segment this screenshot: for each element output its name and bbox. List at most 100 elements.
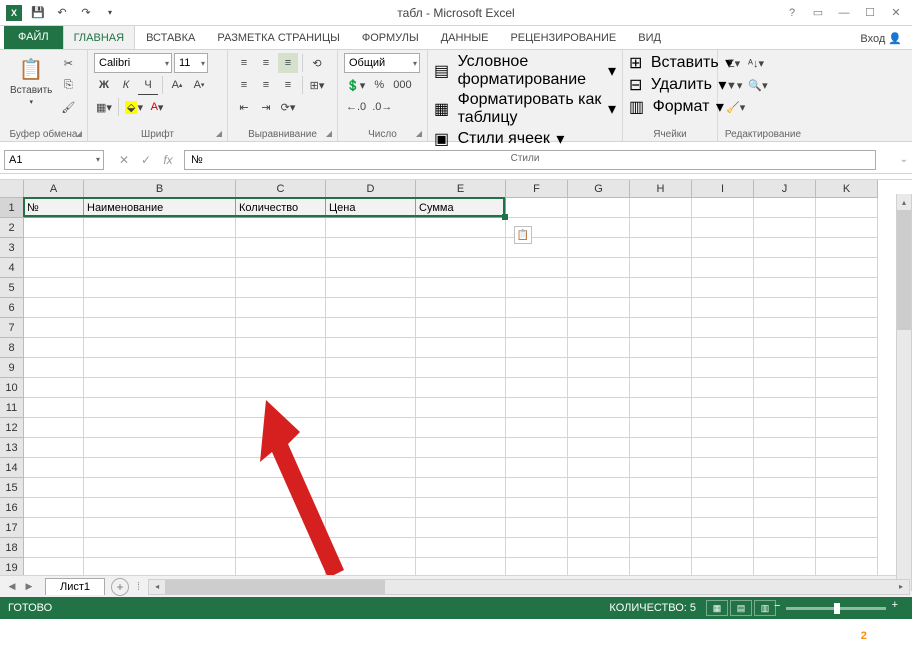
- zoom-thumb[interactable]: [834, 603, 840, 614]
- cell[interactable]: [754, 458, 816, 478]
- cell[interactable]: [236, 378, 326, 398]
- row-header[interactable]: 5: [0, 278, 24, 298]
- increase-indent-button[interactable]: ⇥: [256, 97, 276, 117]
- cell[interactable]: [326, 458, 416, 478]
- cell[interactable]: [416, 398, 506, 418]
- cell[interactable]: [568, 338, 630, 358]
- paste-options-icon[interactable]: 📋: [514, 226, 532, 244]
- cell[interactable]: [236, 218, 326, 238]
- cell[interactable]: [630, 238, 692, 258]
- cell[interactable]: [416, 378, 506, 398]
- cell[interactable]: [568, 198, 630, 218]
- cell[interactable]: [84, 398, 236, 418]
- cell[interactable]: [816, 498, 878, 518]
- cell[interactable]: [692, 458, 754, 478]
- cell[interactable]: [506, 338, 568, 358]
- cell[interactable]: Наименование: [84, 198, 236, 218]
- cell[interactable]: [84, 478, 236, 498]
- increase-decimal-button[interactable]: ←.0: [344, 97, 368, 117]
- cell[interactable]: [416, 518, 506, 538]
- column-header[interactable]: D: [326, 180, 416, 198]
- cell[interactable]: [816, 298, 878, 318]
- cell[interactable]: [24, 358, 84, 378]
- cell[interactable]: [24, 318, 84, 338]
- cell[interactable]: [236, 238, 326, 258]
- cell[interactable]: [236, 318, 326, 338]
- align-left-button[interactable]: ≡: [234, 75, 254, 95]
- cell[interactable]: [816, 518, 878, 538]
- cell[interactable]: [630, 518, 692, 538]
- cell[interactable]: [84, 298, 236, 318]
- cell[interactable]: [630, 358, 692, 378]
- cell[interactable]: [326, 518, 416, 538]
- expand-formula-bar-icon[interactable]: ⌄: [896, 154, 912, 165]
- cell[interactable]: [506, 398, 568, 418]
- undo-icon[interactable]: ↶: [52, 3, 72, 23]
- align-bottom-button[interactable]: ≡: [278, 53, 298, 73]
- row-header[interactable]: 19: [0, 558, 24, 575]
- cell[interactable]: [568, 558, 630, 575]
- cell[interactable]: [326, 418, 416, 438]
- decrease-indent-button[interactable]: ⇤: [234, 97, 254, 117]
- cell[interactable]: [236, 478, 326, 498]
- cell[interactable]: [754, 378, 816, 398]
- column-header[interactable]: K: [816, 180, 878, 198]
- cell[interactable]: [326, 298, 416, 318]
- cell[interactable]: [816, 358, 878, 378]
- cell[interactable]: [416, 358, 506, 378]
- cell[interactable]: [568, 498, 630, 518]
- cell[interactable]: [568, 378, 630, 398]
- cell[interactable]: [506, 458, 568, 478]
- tab-view[interactable]: ВИД: [627, 25, 672, 49]
- cell[interactable]: [692, 298, 754, 318]
- cell[interactable]: [630, 198, 692, 218]
- tab-data[interactable]: ДАННЫЕ: [430, 25, 500, 49]
- cell[interactable]: [236, 418, 326, 438]
- dialog-launcher-icon[interactable]: ◢: [213, 127, 225, 139]
- cell[interactable]: [692, 258, 754, 278]
- cell[interactable]: [692, 338, 754, 358]
- cell[interactable]: [754, 198, 816, 218]
- cell[interactable]: [692, 378, 754, 398]
- cell[interactable]: [416, 258, 506, 278]
- row-header[interactable]: 17: [0, 518, 24, 538]
- column-header[interactable]: G: [568, 180, 630, 198]
- cell[interactable]: [84, 358, 236, 378]
- view-normal-icon[interactable]: ▦: [706, 600, 728, 616]
- align-middle-button[interactable]: ≡: [256, 53, 276, 73]
- align-center-button[interactable]: ≡: [256, 75, 276, 95]
- cut-button[interactable]: ✂: [58, 53, 78, 73]
- cell[interactable]: [816, 478, 878, 498]
- wrap-text-button[interactable]: ⟲: [307, 53, 327, 73]
- row-header[interactable]: 8: [0, 338, 24, 358]
- ribbon-options-icon[interactable]: ▭: [806, 3, 830, 23]
- cell[interactable]: [630, 558, 692, 575]
- cell[interactable]: [816, 538, 878, 558]
- dialog-launcher-icon[interactable]: ◢: [413, 127, 425, 139]
- scroll-thumb[interactable]: [897, 210, 911, 330]
- cell[interactable]: [506, 378, 568, 398]
- column-header[interactable]: H: [630, 180, 692, 198]
- cell[interactable]: [692, 418, 754, 438]
- cell[interactable]: [754, 398, 816, 418]
- clear-button[interactable]: 🧹▾: [724, 97, 747, 117]
- cell[interactable]: [326, 238, 416, 258]
- cell[interactable]: [84, 498, 236, 518]
- cell[interactable]: [630, 398, 692, 418]
- cell[interactable]: [754, 438, 816, 458]
- cell[interactable]: [568, 418, 630, 438]
- cell[interactable]: [24, 478, 84, 498]
- cell[interactable]: [506, 478, 568, 498]
- cell[interactable]: [84, 238, 236, 258]
- cell[interactable]: [24, 518, 84, 538]
- cell[interactable]: [326, 438, 416, 458]
- cell[interactable]: [568, 398, 630, 418]
- insert-cells-button[interactable]: ⊞ Вставить ▾: [629, 53, 711, 73]
- borders-button[interactable]: ▦▾: [94, 97, 114, 117]
- cell[interactable]: [816, 338, 878, 358]
- row-header[interactable]: 4: [0, 258, 24, 278]
- cell[interactable]: [630, 378, 692, 398]
- cell[interactable]: [84, 438, 236, 458]
- sort-filter-button[interactable]: ᴬ↓▾: [746, 53, 766, 73]
- cell[interactable]: [754, 418, 816, 438]
